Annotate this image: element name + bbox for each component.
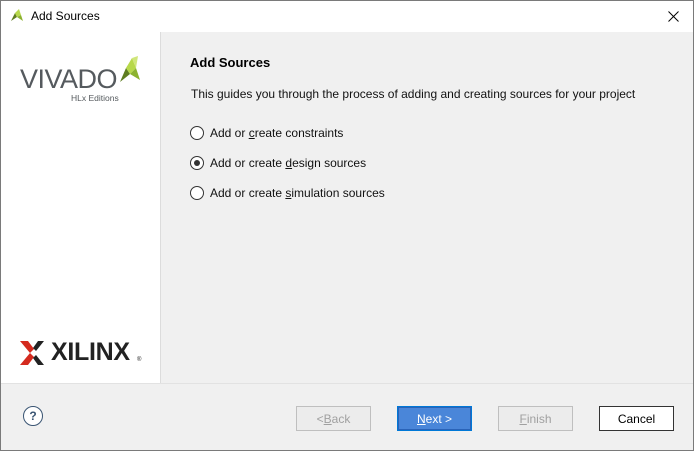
close-button[interactable] [653, 1, 693, 32]
title-bar: Add Sources [1, 1, 693, 32]
option-label-design-sources: Add or create design sources [210, 156, 367, 170]
button-bar: ? < Back Next > Finish Cancel [1, 383, 693, 450]
radio-simulation-sources[interactable] [190, 186, 204, 200]
xilinx-logo: XILINX ® [20, 338, 145, 368]
option-simulation-sources[interactable]: Add or create simulation sources [190, 184, 385, 202]
vivado-wordmark: VIVADO [20, 64, 118, 94]
option-constraints[interactable]: Add or create constraints [190, 124, 343, 142]
option-design-sources[interactable]: Add or create design sources [190, 154, 366, 172]
help-button[interactable]: ? [23, 406, 43, 426]
dialog-body: VIVADO HLx Editions XILINX ® Add Sources… [1, 32, 693, 383]
vivado-logo: VIVADO HLx Editions [20, 56, 145, 108]
cancel-button[interactable]: Cancel [599, 406, 674, 431]
radio-constraints[interactable] [190, 126, 204, 140]
vivado-edition: HLx Editions [71, 93, 119, 103]
vivado-leaf-mark-icon [120, 56, 140, 82]
help-icon: ? [29, 409, 37, 423]
main-content: Add Sources This guides you through the … [162, 32, 693, 383]
xilinx-mark-icon [20, 341, 44, 365]
back-button[interactable]: < Back [296, 406, 371, 431]
option-label-constraints: Add or create constraints [210, 126, 344, 140]
branding-sidebar: VIVADO HLx Editions XILINX ® [1, 32, 161, 383]
registered-mark: ® [137, 357, 142, 363]
option-label-simulation-sources: Add or create simulation sources [210, 186, 385, 200]
finish-button[interactable]: Finish [498, 406, 573, 431]
page-title: Add Sources [190, 55, 271, 70]
add-sources-dialog: Add Sources VIVADO HLx Editions XILINX ®… [0, 0, 694, 451]
xilinx-wordmark: XILINX [51, 338, 130, 366]
window-title: Add Sources [31, 9, 100, 23]
close-icon [667, 11, 679, 22]
page-description: This guides you through the process of a… [191, 87, 636, 101]
vivado-leaf-icon [11, 9, 23, 21]
next-button[interactable]: Next > [397, 406, 472, 431]
radio-design-sources[interactable] [190, 156, 204, 170]
